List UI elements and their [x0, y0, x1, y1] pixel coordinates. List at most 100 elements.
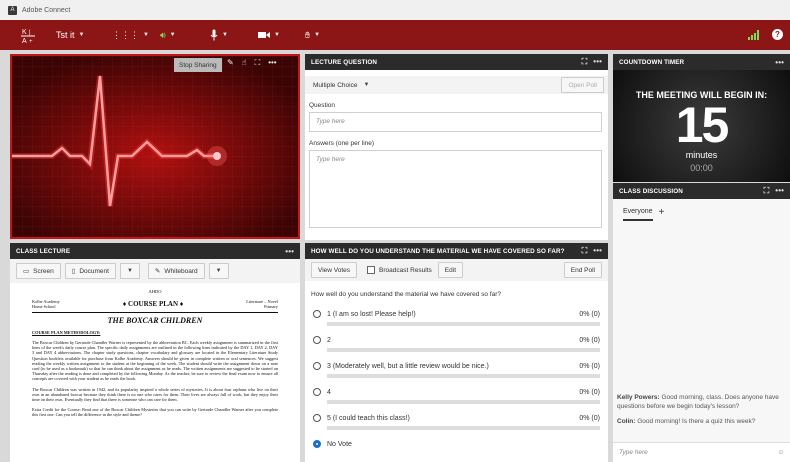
raise-hand-button[interactable]: ✋︎ ▼	[305, 20, 320, 50]
doc-book-title: THE BOXCAR CHILDREN	[107, 315, 203, 325]
layout-icon[interactable]: K | A +	[20, 26, 36, 45]
pencil-icon[interactable]: ✎	[227, 58, 234, 68]
doc-paragraph: The Boxcar Children by Gertrude Chandler…	[32, 340, 278, 382]
document-dropdown[interactable]: ▼	[119, 263, 140, 279]
pointer-icon[interactable]: ☝︎	[242, 58, 247, 68]
broadcast-results-checkbox[interactable]: Broadcast Results	[367, 266, 432, 274]
grid-icon: ⋮⋮⋮	[112, 29, 139, 40]
heartbeat-image	[12, 56, 298, 237]
poll-option[interactable]: 1 (I am so lost! Please help!) 0% (0)	[305, 306, 608, 326]
chat-author: Colin:	[617, 418, 636, 425]
option-label: 1 (I am so lost! Please help!)	[327, 310, 416, 318]
chevron-down-icon: ▼	[78, 32, 85, 38]
more-options-icon[interactable]: •••	[775, 58, 784, 67]
fullscreen-icon[interactable]: ⛶	[582, 57, 588, 67]
share-document-button[interactable]: ▯ Document	[64, 263, 116, 279]
more-options-icon[interactable]: •••	[593, 246, 602, 256]
emoji-icon[interactable]: ☺	[777, 449, 784, 456]
svg-text:|: |	[29, 30, 31, 36]
edit-poll-button[interactable]: Edit	[437, 262, 463, 278]
pod-header: LECTURE QUESTION ⛶ •••	[305, 54, 608, 70]
option-label: 3 (Moderately well, but a little review …	[327, 362, 489, 370]
doc-level: Primary	[264, 304, 278, 310]
svg-text:K: K	[22, 29, 27, 36]
pod-title: CLASS LECTURE	[16, 247, 71, 255]
help-icon[interactable]: ?	[772, 29, 783, 40]
result-bar	[327, 400, 600, 404]
chevron-down-icon: ▼	[363, 81, 370, 88]
radio-button[interactable]	[313, 362, 321, 370]
option-result: 0% (0)	[579, 336, 600, 344]
chevron-down-icon: ▼	[126, 268, 133, 274]
svg-text:+: +	[29, 39, 33, 44]
radio-button[interactable]	[313, 388, 321, 396]
connection-status-icon[interactable]	[748, 30, 760, 42]
answers-input[interactable]: Type here	[309, 150, 602, 228]
doc-school-sub: Home School	[32, 304, 56, 310]
speaker-icon: 🔊︎	[160, 29, 166, 40]
option-result: 0% (0)	[579, 414, 600, 422]
chevron-down-icon: ▼	[222, 32, 228, 38]
pod-header: CLASS DISCUSSION ⛶ •••	[613, 183, 790, 199]
window-titlebar: A Adobe Connect	[0, 0, 790, 20]
add-tab-icon[interactable]: +	[659, 207, 665, 222]
timer-number: 15	[675, 97, 730, 153]
poll-option[interactable]: 5 (I could teach this class!) 0% (0)	[305, 410, 608, 430]
share-screen-button[interactable]: ▭ Screen	[16, 263, 61, 279]
chat-input-placeholder: Type here	[619, 449, 648, 456]
question-input[interactable]: Type here	[309, 112, 602, 132]
poll-option-no-vote[interactable]: No Vote	[305, 436, 608, 452]
pods-menu-button[interactable]: ⋮⋮⋮ ▼	[112, 20, 149, 50]
result-bar	[327, 322, 600, 326]
svg-text:A: A	[22, 38, 27, 44]
chat-messages: Kelly Powers: Good morning, class. Does …	[617, 394, 787, 427]
open-poll-button[interactable]: Open Poll	[561, 77, 604, 93]
class-lecture-pod: CLASS LECTURE ••• ▭ Screen ▯ Document ▼ ✎ W…	[10, 243, 300, 462]
fullscreen-icon[interactable]: ⛶	[582, 246, 588, 256]
radio-button[interactable]	[313, 414, 321, 422]
microphone-icon	[210, 29, 218, 41]
adobe-connect-logo: A	[8, 5, 17, 15]
chat-input[interactable]: Type here ☺	[613, 442, 790, 462]
monitor-icon: ▭	[23, 268, 30, 275]
button-label: Whiteboard	[164, 267, 198, 275]
share-whiteboard-button[interactable]: ✎ Whiteboard	[147, 263, 205, 279]
doc-course-plan-text: COURSE PLAN	[128, 299, 179, 308]
hand-icon: ✋︎	[305, 29, 311, 40]
timer-time: 00:00	[690, 163, 713, 173]
timer-message: THE MEETING WILL BEGIN IN:	[635, 90, 768, 100]
more-options-icon[interactable]: •••	[268, 58, 276, 68]
more-options-icon[interactable]: •••	[285, 247, 294, 256]
fullscreen-icon[interactable]: ⛶	[764, 186, 770, 196]
meeting-toolbar: K | A + Tst it ▼ ⋮⋮⋮ ▼ 🔊︎ ▼ ▼ ▼ ✋︎ ▼ ?	[0, 20, 790, 50]
chevron-down-icon: ▼	[215, 268, 222, 274]
meeting-name-menu[interactable]: Tst it ▼	[56, 20, 84, 50]
view-votes-button[interactable]: View Votes	[311, 262, 358, 278]
option-label: 4	[327, 388, 331, 396]
end-poll-button[interactable]: End Poll	[563, 262, 602, 278]
more-options-icon[interactable]: •••	[775, 186, 784, 196]
tab-everyone[interactable]: Everyone	[623, 208, 653, 221]
whiteboard-dropdown[interactable]: ▼	[208, 263, 229, 279]
timer-unit: minutes	[685, 150, 718, 160]
timer-display: THE MEETING WILL BEGIN IN: 15 minutes 00…	[613, 70, 790, 182]
poll-option[interactable]: 3 (Moderately well, but a little review …	[305, 358, 608, 378]
share-pod-tools: ✎ ☝︎ ⛶ •••	[227, 58, 277, 68]
camera-button[interactable]: ▼	[258, 20, 280, 50]
button-label: Screen	[33, 267, 54, 275]
class-discussion-pod: CLASS DISCUSSION ⛶ ••• Everyone + Kelly P…	[613, 183, 790, 462]
radio-button-selected[interactable]	[313, 440, 321, 448]
countdown-timer-pod: COUNTDOWN TIMER ••• THE MEETING WILL BEG…	[613, 54, 790, 182]
chat-message: Colin: Good morning! Is there a quiz thi…	[617, 418, 787, 427]
stop-sharing-button[interactable]: Stop Sharing	[174, 58, 222, 72]
speaker-button[interactable]: 🔊︎ ▼	[160, 20, 176, 50]
fullscreen-icon[interactable]: ⛶	[255, 58, 261, 68]
poll-option[interactable]: 4 0% (0)	[305, 384, 608, 404]
question-type-select[interactable]: Multiple Choice ▼	[313, 82, 369, 89]
radio-button[interactable]	[313, 310, 321, 318]
radio-button[interactable]	[313, 336, 321, 344]
microphone-button[interactable]: ▼	[210, 20, 228, 50]
document-icon: ▯	[71, 268, 76, 275]
poll-option[interactable]: 2 0% (0)	[305, 332, 608, 352]
more-options-icon[interactable]: •••	[593, 57, 602, 67]
